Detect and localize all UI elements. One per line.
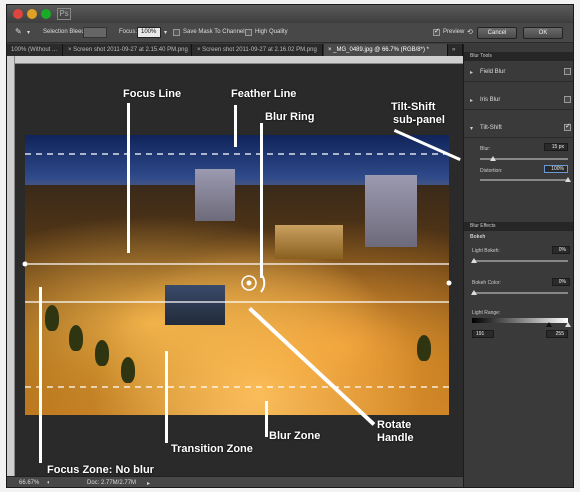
expand-triangle-icon[interactable]: ▸ bbox=[470, 97, 473, 104]
tab-label: Screen shot 2011-09-27 at 2.16.02 PM.png bbox=[202, 47, 317, 53]
document-tabs: 100% (Without ... × Screen shot 2011-09-… bbox=[7, 44, 463, 56]
status-bar: 66.67% ◐ Doc: 2.77M/2.77M ▸ bbox=[7, 476, 463, 487]
iris-blur-checkbox[interactable] bbox=[564, 96, 571, 103]
preview-checkbox[interactable] bbox=[433, 27, 440, 36]
selection-bleed-field[interactable] bbox=[83, 27, 107, 38]
rotate-handle-right-icon[interactable] bbox=[446, 280, 452, 286]
focus-dropdown-icon[interactable]: ▾ bbox=[164, 29, 167, 36]
rotate-handle-left-icon[interactable] bbox=[22, 261, 28, 267]
tab-label: Screen shot 2011-09-27 at 2.15.40 PM.png bbox=[73, 47, 188, 53]
minimize-window-button[interactable] bbox=[27, 9, 37, 19]
pin-center-icon[interactable] bbox=[246, 280, 252, 286]
focus-line-callout: Focus Line bbox=[123, 88, 182, 100]
iris-blur-label: Iris Blur bbox=[480, 97, 501, 103]
focus-field[interactable]: 100% bbox=[137, 27, 161, 38]
callout-line: Handle bbox=[377, 432, 414, 444]
feather-line-callout: Feather Line bbox=[231, 88, 297, 100]
focus-label: Focus: bbox=[119, 29, 138, 35]
callout-line: Tilt-Shift bbox=[391, 101, 436, 113]
field-blur-row[interactable]: ▸ Field Blur bbox=[464, 62, 573, 82]
light-bokeh-label: Light Bokeh: bbox=[472, 248, 500, 254]
tab-label: _MG_0489.jpg @ 66.7% (RGB/8*) * bbox=[333, 47, 429, 53]
bokeh-color-knob[interactable] bbox=[471, 290, 477, 295]
transition-zone-callout: Transition Zone bbox=[171, 443, 253, 455]
blur-effects-header: Blur Effects bbox=[464, 222, 573, 231]
iris-blur-row[interactable]: ▸ Iris Blur bbox=[464, 90, 573, 110]
title-bar: Ps bbox=[7, 5, 573, 23]
light-range-label: Light Range: bbox=[472, 310, 501, 316]
bokeh-label: Bokeh bbox=[470, 234, 486, 240]
expand-triangle-icon[interactable]: ▸ bbox=[470, 69, 473, 76]
light-bokeh-slider[interactable] bbox=[472, 260, 568, 262]
doc-size: Doc: 2.77M/2.77M bbox=[87, 480, 137, 486]
light-bokeh-knob[interactable] bbox=[471, 258, 477, 263]
blur-slider-knob[interactable] bbox=[490, 156, 497, 161]
tilt-shift-checkbox[interactable] bbox=[564, 122, 571, 131]
tab-screenshot-2[interactable]: × Screen shot 2011-09-27 at 2.16.02 PM.p… bbox=[193, 44, 323, 56]
tilt-shift-row[interactable]: ▾ Tilt-Shift bbox=[464, 118, 573, 138]
blur-zone-callout: Blur Zone bbox=[269, 430, 321, 442]
light-range-max-knob[interactable] bbox=[565, 322, 571, 327]
tab-overflow-button[interactable]: » bbox=[449, 44, 463, 56]
distortion-value-field[interactable]: 100% bbox=[544, 165, 568, 173]
distortion-slider[interactable] bbox=[480, 179, 568, 181]
field-blur-checkbox[interactable] bbox=[564, 68, 571, 75]
preview-label: Preview bbox=[443, 29, 465, 35]
horizontal-ruler bbox=[15, 56, 463, 64]
rotate-handle-callout: Rotate Handle bbox=[377, 419, 414, 445]
light-range-max-field[interactable]: 255 bbox=[546, 330, 568, 338]
distortion-label: Distortion: bbox=[480, 168, 503, 174]
blur-tools-header: Blur Tools bbox=[464, 52, 573, 61]
blur-label: Blur: bbox=[480, 146, 491, 152]
light-range-min-knob[interactable] bbox=[546, 322, 552, 327]
status-info-icon[interactable]: ◐ bbox=[47, 480, 51, 486]
callout-line: sub-panel bbox=[393, 114, 445, 126]
bokeh-color-label: Bokeh Color: bbox=[472, 280, 501, 286]
focus-line-pointer bbox=[127, 103, 130, 253]
status-menu-icon[interactable]: ▸ bbox=[147, 480, 150, 487]
tab-label: 100% (Without ... bbox=[11, 47, 58, 53]
field-blur-label: Field Blur bbox=[480, 69, 506, 75]
light-range-gradient[interactable] bbox=[472, 318, 568, 323]
focus-zone-callout: Focus Zone: No blur bbox=[47, 464, 154, 476]
light-range-min-field[interactable]: 191 bbox=[472, 330, 494, 338]
blur-ring-pointer bbox=[260, 123, 263, 278]
ok-button[interactable]: OK bbox=[523, 27, 563, 39]
save-mask-label: Save Mask To Channels bbox=[183, 29, 248, 35]
tab-without[interactable]: 100% (Without ... bbox=[7, 44, 63, 56]
zoom-level[interactable]: 66.67% bbox=[19, 480, 39, 486]
selection-bleed-label: Selection Bleed: bbox=[43, 29, 87, 35]
tool-preset-chevron-icon[interactable]: ▾ bbox=[27, 29, 30, 36]
distortion-slider-knob[interactable] bbox=[565, 177, 571, 182]
feather-line-pointer bbox=[234, 105, 237, 147]
photoshop-window: Ps ✎ ▾ Selection Bleed: Focus: 100% ▾ Sa… bbox=[6, 4, 574, 488]
tab-mg-0489[interactable]: × _MG_0489.jpg @ 66.7% (RGB/8*) * bbox=[324, 44, 448, 56]
zoom-window-button[interactable] bbox=[41, 9, 51, 19]
blur-value-field[interactable]: 15 px bbox=[544, 143, 568, 151]
light-bokeh-field[interactable]: 0% bbox=[552, 246, 570, 254]
tilt-shift-subpanel-callout: Tilt-Shift sub-panel bbox=[391, 101, 445, 127]
bokeh-color-slider[interactable] bbox=[472, 292, 568, 294]
reset-pins-icon[interactable]: ⟲ bbox=[467, 28, 473, 36]
tilt-shift-label: Tilt-Shift bbox=[480, 125, 502, 131]
bokeh-color-field[interactable]: 0% bbox=[552, 278, 570, 286]
transition-zone-pointer bbox=[165, 351, 168, 443]
photoshop-logo-icon: Ps bbox=[57, 8, 71, 20]
blur-tools-panel: Blur Tools ▸ Field Blur ▸ Iris Blur ▾ Ti… bbox=[463, 44, 573, 487]
blur-ring-callout: Blur Ring bbox=[265, 111, 315, 123]
collapse-triangle-icon[interactable]: ▾ bbox=[470, 125, 473, 132]
save-mask-checkbox[interactable] bbox=[173, 29, 180, 36]
high-quality-label: High Quality bbox=[255, 29, 288, 35]
cancel-button[interactable]: Cancel bbox=[477, 27, 517, 39]
pin-tool-icon[interactable]: ✎ bbox=[15, 27, 22, 36]
close-window-button[interactable] bbox=[13, 9, 23, 19]
callout-line: Rotate bbox=[377, 419, 412, 431]
vertical-ruler bbox=[7, 56, 15, 476]
options-bar: ✎ ▾ Selection Bleed: Focus: 100% ▾ Save … bbox=[7, 23, 573, 43]
tab-screenshot-1[interactable]: × Screen shot 2011-09-27 at 2.15.40 PM.p… bbox=[64, 44, 192, 56]
focus-zone-pointer bbox=[39, 287, 42, 463]
blur-zone-pointer bbox=[265, 401, 268, 437]
high-quality-checkbox[interactable] bbox=[245, 29, 252, 36]
